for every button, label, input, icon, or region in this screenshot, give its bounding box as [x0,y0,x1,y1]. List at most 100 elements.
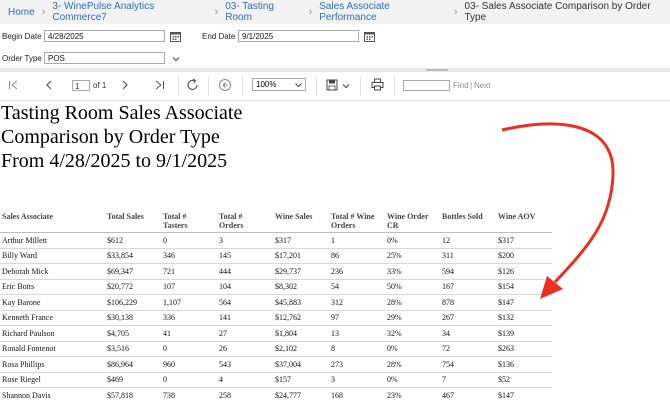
order-type-label: Order Type [2,54,42,63]
begin-date-input[interactable]: 4/28/2025 [44,30,165,42]
table-cell: Rosa Phillips [0,356,107,372]
chevron-down-icon[interactable] [172,55,180,63]
breadcrumb-home-link[interactable]: Home [8,7,35,18]
table-cell: 25% [387,247,442,264]
table-cell: 41 [163,325,219,341]
back-icon[interactable] [218,78,232,92]
table-cell: 236 [331,263,387,279]
table-cell: $106,229 [107,294,163,310]
table-cell: Shannon Davis [0,387,107,403]
chevron-right-icon: › [308,6,313,18]
table-cell: 0% [387,232,442,248]
table-cell: $52 [498,371,552,388]
table-cell: 960 [163,356,219,372]
table-header-row: Sales Associate Total Sales Total # Tasters… [0,212,552,233]
table-cell: $612 [107,232,163,248]
breadcrumb-tasting-room-link[interactable]: 03- Tasting Room [225,1,301,23]
column-header-text: Sales Associate [2,212,53,221]
next-button[interactable]: Next [474,81,490,90]
table-cell: Ronald Fontenot [0,340,107,357]
column-header: Total # Orders [219,212,275,233]
table-cell: 27 [219,325,275,341]
save-icon[interactable] [326,79,338,91]
table-cell: $126 [498,263,552,279]
table-cell: 1 [331,232,387,248]
table-cell: 543 [219,356,275,372]
first-page-icon[interactable] [8,80,20,90]
table-cell: 738 [163,387,219,403]
table-cell: 12 [442,232,498,248]
table-cell: 13 [331,325,387,341]
table-cell: 1,107 [163,294,219,310]
column-header-text: Wine Order [387,212,429,221]
table-cell: $317 [275,232,331,248]
table-cell: 336 [163,309,219,326]
toolbar-separator [360,76,361,96]
refresh-icon[interactable] [186,78,200,92]
table-row: Shannon Davis $57,818 738 258 $24,777 168 23% 4… [0,387,552,403]
column-header: Sales Associate [0,212,107,233]
table-cell: $139 [498,325,552,341]
table-cell: 0 [163,340,219,357]
previous-page-icon[interactable] [44,80,54,90]
breadcrumb-sales-associate-link[interactable]: Sales Associate Performance [319,1,447,23]
toolbar-separator [178,76,179,96]
column-header: Wine Order CR [387,212,442,233]
table-cell: 28% [387,294,442,310]
zoom-select[interactable]: 100% [252,78,306,91]
table-cell: 564 [219,294,275,310]
toolbar-separator [208,76,209,96]
table-cell: 0 [163,232,219,248]
table-row: Kay Barone $106,229 1,107 564 $45,883 312 28% 8… [0,294,552,310]
table-cell: $69,347 [107,263,163,279]
table-cell: $37,004 [275,356,331,372]
table-row: Arthur Millett $612 0 3 $317 1 0% 12 $317 [0,232,552,248]
table-cell: $20,772 [107,278,163,295]
table-cell: $8,302 [275,278,331,295]
table-cell: $12,762 [275,309,331,326]
table-cell: 97 [331,309,387,326]
report-title-line: From 4/28/2025 to 9/1/2025 [1,150,228,172]
table-cell: Deborah Mick [0,263,107,279]
page-count: of 1 [93,81,107,90]
find-input[interactable] [403,80,450,91]
table-row: Richard Paulson $4,705 41 27 $1,804 13 32% 34 $1… [0,325,552,341]
table-cell: Eric Botts [0,278,107,295]
table-cell: 444 [219,263,275,279]
table-cell: 8 [331,340,387,357]
last-page-icon[interactable] [153,80,165,90]
table-cell: $3,516 [107,340,163,357]
table-cell: $45,883 [275,294,331,310]
table-cell: 167 [442,278,498,295]
splitter-grip[interactable] [426,69,448,71]
chevron-down-icon[interactable] [342,82,350,90]
table-cell: 26 [219,340,275,357]
table-cell: 23% [387,387,442,403]
table-cell: 312 [331,294,387,310]
table-cell: $317 [498,232,552,248]
breadcrumb-winepulse-link[interactable]: 3- WinePulse Analytics Commerce7 [52,1,207,23]
print-icon[interactable] [371,78,384,91]
table-cell: 50% [387,278,442,295]
table-cell: 258 [219,387,275,403]
table-cell: 4 [219,371,275,388]
column-header: Total # Tasters [163,212,219,233]
find-button[interactable]: Find [453,81,469,90]
page-number-input[interactable]: 1 [72,80,90,91]
end-date-input[interactable]: 9/1/2025 [238,30,359,42]
calendar-icon[interactable] [170,31,181,42]
find-separator: | [470,81,473,90]
next-page-icon[interactable] [120,80,130,90]
table-cell: 878 [442,294,498,310]
column-header-text: Total # [163,212,187,221]
table-cell: $263 [498,340,552,357]
table-cell: 34 [442,325,498,341]
order-type-select[interactable]: POS [44,52,165,64]
table-cell: $136 [498,356,552,372]
calendar-icon[interactable] [364,31,375,42]
chevron-down-icon [295,83,302,88]
table-cell: $24,777 [275,387,331,403]
table-cell: 33% [387,263,442,279]
table-row: Eric Botts $20,772 107 104 $8,302 54 50% 167 $15… [0,278,552,295]
toolbar-separator [242,76,243,96]
